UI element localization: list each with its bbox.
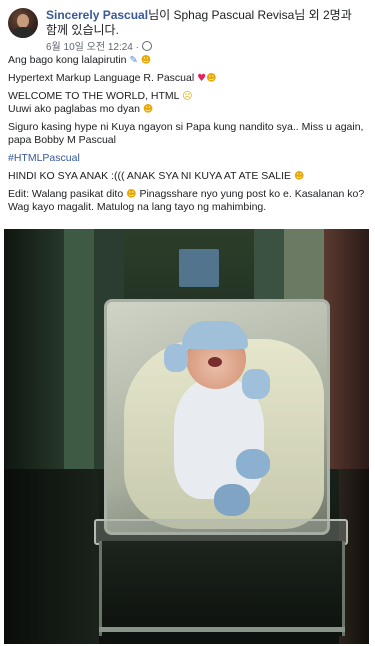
globe-icon [141,40,152,51]
post-header: Sincerely Pascual님이 Sphag Pascual Revisa… [8,6,368,53]
post-attribution: Sincerely Pascual님이 Sphag Pascual Revisa… [46,8,366,38]
laugh-icon: ☻ [142,104,154,115]
avatar-body [12,27,34,38]
avatar-face [17,14,29,28]
tagged-person[interactable]: Sphag Pascual Revisa [174,8,295,22]
laugh-icon: ☻ [126,189,137,200]
curtain-stripe [4,229,64,469]
post-line-5: Siguro kasing hype ni Kuya ngayon si Pap… [8,121,364,146]
baby-mitten-right [242,369,270,399]
baby-cap [182,321,248,349]
author-name-link[interactable]: Sincerely Pascual [46,8,148,22]
cry-icon: ☹ [182,91,193,102]
baby-mouth [208,357,222,367]
pen-icon: ✎ [129,55,138,66]
shadow-left [4,469,99,644]
post-line-1: Ang bago kong lalapirutin ✎ ☻ [8,54,152,66]
curtain-stripe [64,229,94,469]
laugh-icon: ☻ [293,171,305,182]
heart-icon: ♥ [197,73,207,84]
hashtag-link[interactable]: #HTMLPascual [8,152,368,165]
baby-sock [214,484,250,516]
wall-sign [179,249,219,287]
post-line-2: Hypertext Markup Language R. Pascual ♥☻ [8,72,217,84]
cart-bar [99,627,345,632]
post-line-3: WELCOME TO THE WORLD, HTML ☹ [8,90,193,102]
facebook-post: Sincerely Pascual님이 Sphag Pascual Revisa… [0,0,375,646]
curtain-stripe [324,229,369,469]
post-photo[interactable] [4,229,369,644]
smile-icon: ☻ [140,55,152,66]
with-prefix: 님이 [148,8,174,22]
post-line-8: Edit: Walang pasikat dito ☻ Pinagsshare … [8,188,365,213]
author-avatar[interactable] [8,8,38,38]
post-timestamp[interactable]: 6월 10일 오전 12:24 · [46,38,139,53]
post-line-4: Uuwi ako paglabas mo dyan ☻ [8,103,154,115]
baby-mitten-left [164,344,188,372]
baby-sock [236,449,270,479]
post-body: Ang bago kong lalapirutin ✎ ☻ Hypertext … [8,54,368,219]
bassinet-cart [99,541,345,636]
post-line-7: HINDI KO SYA ANAK :((( ANAK SYA NI KUYA … [8,170,305,182]
post-meta: 6월 10일 오전 12:24 · [46,38,152,53]
laugh-icon: ☻ [206,73,217,84]
